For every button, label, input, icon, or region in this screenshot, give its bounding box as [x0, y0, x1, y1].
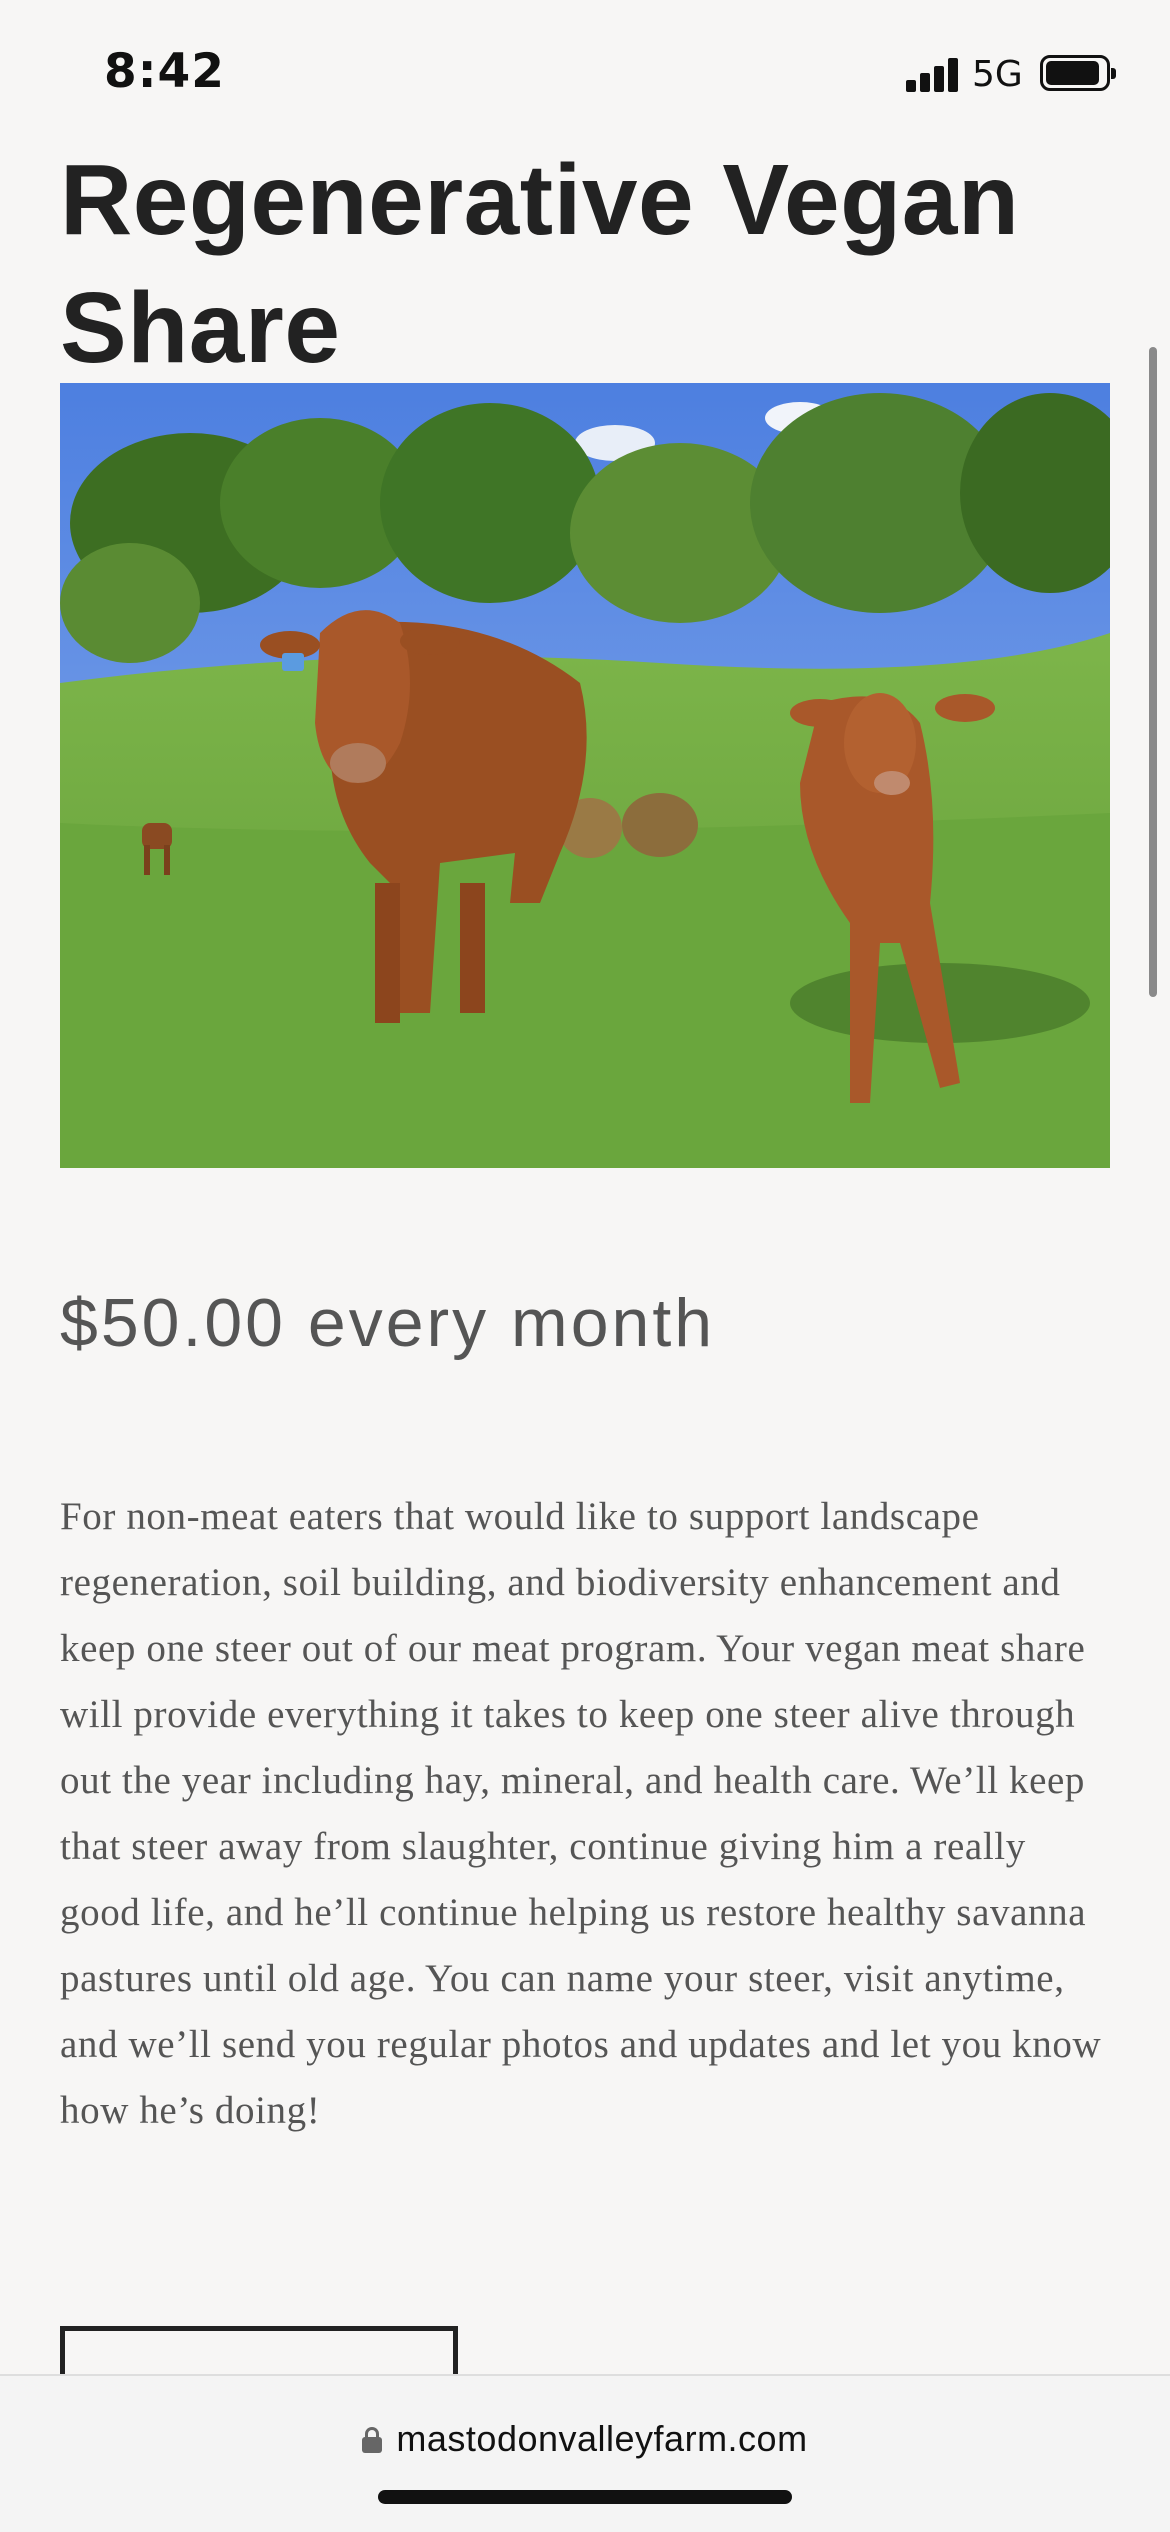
- scrollbar[interactable]: [1149, 347, 1157, 997]
- lock-icon: [362, 2427, 383, 2453]
- status-time: 8:42: [104, 44, 225, 99]
- page-title: Regenerative Vegan Share: [60, 144, 1020, 384]
- status-bar: 8:42 5G: [0, 0, 1170, 140]
- url-container[interactable]: mastodonvalleyfarm.com: [0, 2418, 1170, 2460]
- url-text[interactable]: mastodonvalleyfarm.com: [396, 2418, 807, 2459]
- signal-bars-icon: [906, 58, 960, 92]
- product-description: For non-meat eaters that would like to s…: [60, 1495, 1102, 2132]
- product-image[interactable]: [60, 383, 1110, 1168]
- price: $50.00 every month: [60, 1285, 716, 1361]
- battery-icon: [1040, 55, 1116, 91]
- browser-address-bar[interactable]: mastodonvalleyfarm.com: [0, 2374, 1170, 2532]
- cattle-pasture-photo: [60, 383, 1110, 1168]
- home-indicator[interactable]: [378, 2490, 792, 2504]
- network-type: 5G: [972, 54, 1023, 95]
